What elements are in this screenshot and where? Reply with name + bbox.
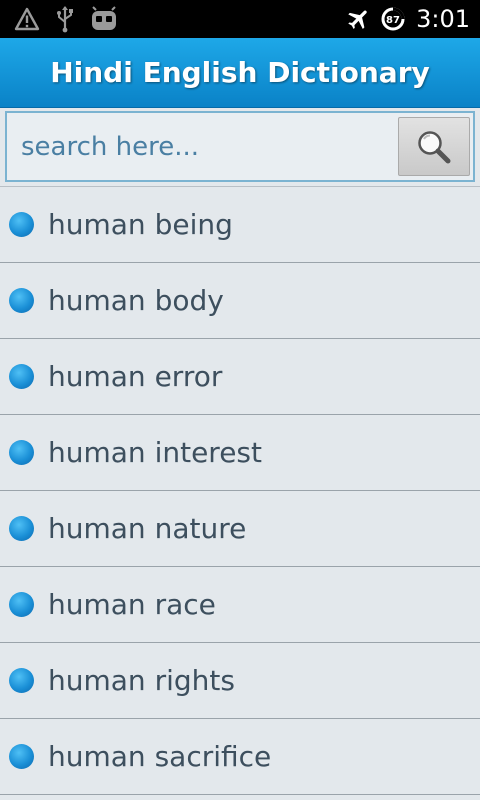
list-item[interactable]: human interest <box>0 415 480 491</box>
list-item-label: human error <box>48 360 223 393</box>
list-item[interactable]: human being <box>0 187 480 263</box>
bullet-icon <box>9 212 34 237</box>
list-item-label: human nature <box>48 512 247 545</box>
list-item[interactable]: human sacrifice <box>0 719 480 795</box>
usb-icon <box>56 5 74 33</box>
list-item-label: human race <box>48 588 216 621</box>
bullet-icon <box>9 592 34 617</box>
list-item-label: human being <box>48 208 233 241</box>
bullet-icon <box>9 516 34 541</box>
list-item[interactable]: human error <box>0 339 480 415</box>
page-title: Hindi English Dictionary <box>50 56 430 89</box>
android-debug-icon <box>90 6 118 32</box>
list-item-label: human sacrifice <box>48 740 272 773</box>
search-input[interactable] <box>7 113 397 180</box>
bullet-icon <box>9 288 34 313</box>
status-bar: 87 3:01 <box>0 0 480 38</box>
list-item[interactable]: human race <box>0 567 480 643</box>
list-item[interactable]: human rights <box>0 643 480 719</box>
battery-icon: 87 <box>380 6 406 32</box>
list-item-label: human rights <box>48 664 235 697</box>
bullet-icon <box>9 440 34 465</box>
bullet-icon <box>9 668 34 693</box>
system-icons: 87 3:01 <box>338 0 470 38</box>
word-list: human being human body human error human… <box>0 187 480 795</box>
status-clock: 3:01 <box>416 5 470 33</box>
warning-icon <box>14 6 40 32</box>
battery-level-label: 87 <box>386 15 400 26</box>
list-item[interactable]: human nature <box>0 491 480 567</box>
list-item-label: human body <box>48 284 224 317</box>
bullet-icon <box>9 744 34 769</box>
list-item-label: human interest <box>48 436 262 469</box>
search-box <box>5 111 475 182</box>
list-item[interactable]: human body <box>0 263 480 339</box>
search-area <box>0 108 480 187</box>
app-header: Hindi English Dictionary <box>0 38 480 108</box>
bullet-icon <box>9 364 34 389</box>
airplane-mode-icon <box>346 6 372 32</box>
search-button[interactable] <box>398 117 470 176</box>
search-icon <box>414 127 454 167</box>
notification-icons <box>14 5 134 33</box>
